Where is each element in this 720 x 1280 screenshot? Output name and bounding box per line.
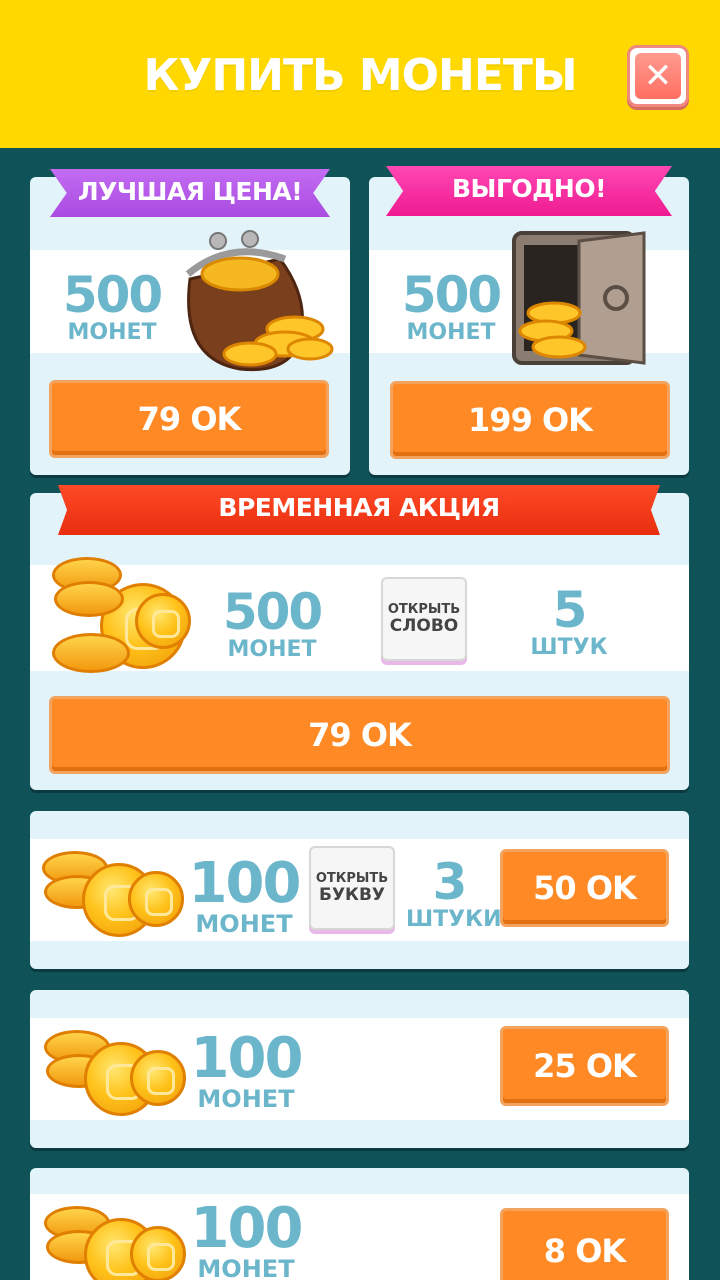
buy-button[interactable]: 25 OK: [500, 1026, 669, 1106]
booster-count-unit: ШТУК: [530, 635, 608, 660]
coin-amount: 100 МОНЕТ: [190, 1026, 304, 1113]
coin-amount-unit: МОНЕТ: [227, 637, 317, 662]
booster-count-value: 5: [552, 581, 588, 639]
coin-amount-value: 500: [222, 583, 323, 641]
coin-icon: [128, 871, 184, 927]
open-word-booster-icon: ОТКРЫТЬ СЛОВО: [381, 577, 467, 661]
coin-amount-value: 100: [190, 1196, 304, 1261]
coin-amount-unit: МОНЕТ: [195, 910, 293, 938]
coin-amount-unit: МОНЕТ: [197, 1085, 295, 1113]
coin-amount-value: 100: [188, 851, 302, 916]
buy-button[interactable]: 50 OK: [500, 849, 669, 927]
close-icon: ✕: [635, 53, 681, 99]
booster-label-line1: ОТКРЫТЬ: [387, 601, 461, 617]
booster-count-value: 3: [432, 853, 468, 911]
buy-button[interactable]: 199 OK: [390, 381, 670, 459]
coin-amount: 100 МОНЕТ: [188, 851, 302, 938]
coin-amount: 100 МОНЕТ: [190, 1196, 304, 1280]
booster-count: 5 ШТУК: [524, 585, 614, 661]
booster-count: 3 ШТУКИ: [406, 853, 502, 933]
coin-amount: 500 МОНЕТ: [216, 587, 328, 663]
buy-button[interactable]: 8 OK: [500, 1208, 669, 1280]
open-letter-booster-icon: ОТКРЫТЬ БУКВУ: [309, 846, 395, 930]
pack-card: 100 МОНЕТ 8 OK: [30, 1168, 689, 1280]
coin-amount-value: 500: [401, 266, 502, 324]
ribbon-profitable: ВЫГОДНО!: [386, 166, 672, 216]
coin-amount-unit: МОНЕТ: [406, 320, 496, 345]
coin-amount-unit: МОНЕТ: [197, 1255, 295, 1280]
booster-label-line2: БУКВУ: [318, 884, 386, 905]
coin-safe-icon: [512, 231, 646, 365]
coin-purse-icon: [185, 230, 334, 372]
buy-button[interactable]: 79 OK: [49, 380, 329, 458]
booster-label-line2: СЛОВО: [389, 615, 459, 636]
coin-icon: [135, 593, 191, 649]
pack-card: 100 МОНЕТ 25 OK: [30, 990, 689, 1148]
coin-stack-icon: [54, 581, 124, 617]
coin-amount: 500 МОНЕТ: [56, 270, 168, 346]
promo-card: 500 МОНЕТ ОТКРЫТЬ СЛОВО 5 ШТУК 79 OK: [30, 493, 689, 790]
booster-label-line1: ОТКРЫТЬ: [315, 870, 389, 886]
header-bar: КУПИТЬ МОНЕТЫ ✕: [0, 0, 720, 148]
pack-card: 100 МОНЕТ ОТКРЫТЬ БУКВУ 3 ШТУКИ 50 OK: [30, 811, 689, 969]
coin-amount-value: 100: [190, 1026, 304, 1091]
offer-card-profitable: 500 МОНЕТ 199 OK: [369, 177, 689, 475]
buy-button[interactable]: 79 OK: [49, 696, 670, 774]
coin-amount-value: 500: [62, 266, 163, 324]
close-button[interactable]: ✕: [627, 45, 689, 107]
ribbon-promo: ВРЕМЕННАЯ АКЦИЯ: [58, 485, 660, 535]
coin-icon: [130, 1226, 186, 1280]
page-title: КУПИТЬ МОНЕТЫ: [143, 50, 577, 101]
offer-card-best-price: 500 МОНЕТ 79 OK: [30, 177, 350, 475]
coin-icon: [130, 1050, 186, 1106]
coin-amount: 500 МОНЕТ: [395, 270, 507, 346]
booster-count-unit: ШТУКИ: [406, 907, 502, 932]
coin-amount-unit: МОНЕТ: [67, 320, 157, 345]
ribbon-best-price: ЛУЧШАЯ ЦЕНА!: [50, 169, 330, 217]
coin-stack-icon: [52, 633, 130, 673]
